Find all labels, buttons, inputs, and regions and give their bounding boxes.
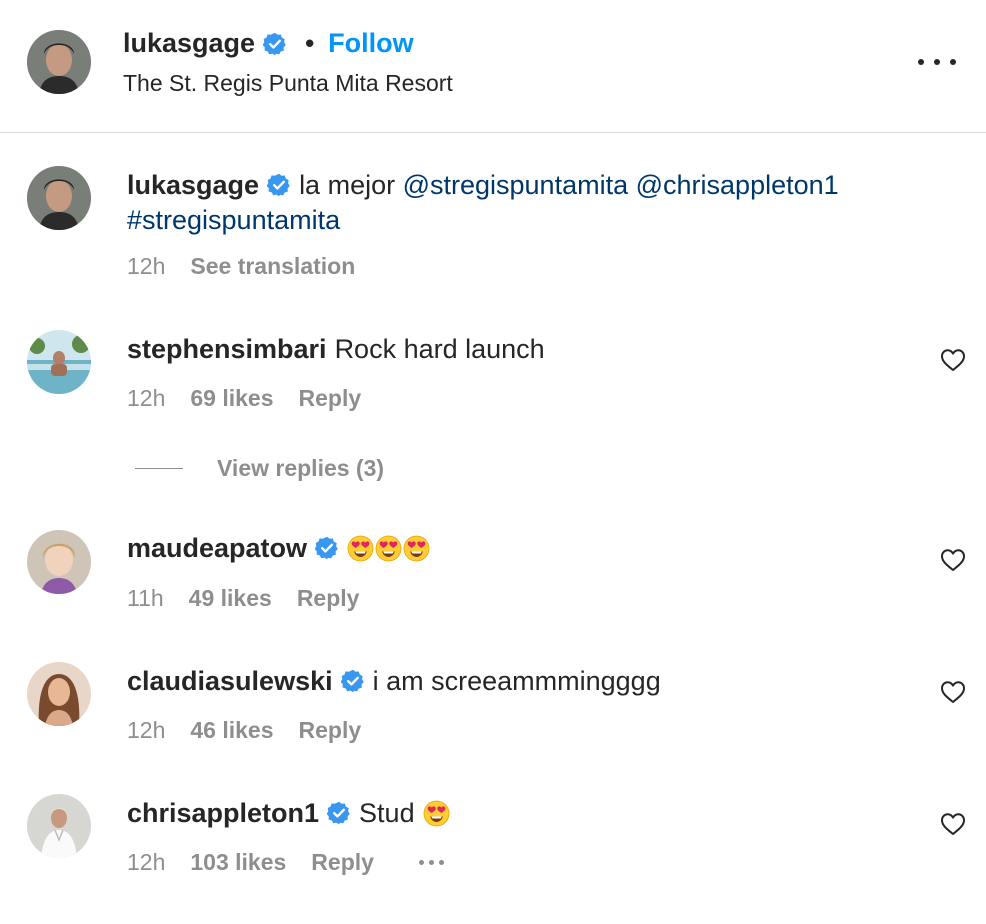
avatar[interactable] (27, 330, 91, 394)
more-dot (428, 860, 434, 865)
more-dot (438, 860, 444, 865)
heart-eyes-emoji (423, 800, 450, 827)
verified-badge-icon (315, 536, 339, 560)
more-dot (950, 59, 956, 65)
heart-outline-icon[interactable] (940, 812, 966, 836)
avatar[interactable] (27, 30, 91, 94)
heart-eyes-emoji (403, 535, 430, 562)
comment-username[interactable]: chrisappleton1 (127, 796, 319, 830)
timestamp[interactable]: 12h (127, 385, 165, 412)
comment-text: Rock hard launch (334, 334, 545, 364)
comment-meta: 12h 69 likes Reply (127, 385, 361, 412)
hashtag-link[interactable]: #stregispuntamita (127, 203, 340, 237)
likes-count[interactable]: 49 likes (189, 585, 272, 612)
more-dot (918, 59, 924, 65)
comment-text: i am screeammmingggg (372, 666, 661, 696)
comment-username[interactable]: stephensimbari (127, 332, 327, 366)
comment-meta: 12h 103 likes Reply (127, 849, 444, 876)
header-username[interactable]: lukasgage (123, 28, 255, 59)
likes-count[interactable]: 103 likes (190, 849, 286, 876)
reply-button[interactable]: Reply (297, 585, 360, 612)
caption-prefix: la mejor (299, 170, 403, 200)
caption-text: la mejor @stregispuntamita @chrisappleto… (299, 168, 839, 202)
location-link[interactable]: The St. Regis Punta Mita Resort (123, 70, 453, 97)
avatar[interactable] (27, 166, 91, 230)
caption-username[interactable]: lukasgage (127, 168, 259, 202)
separator-dot: • (305, 28, 315, 58)
comment-emojis (347, 535, 430, 562)
comment-options-icon[interactable] (418, 860, 444, 865)
post-header: lukasgage • Follow The St. Regis Punta M… (0, 0, 986, 133)
verified-badge-icon (341, 669, 365, 693)
timestamp[interactable]: 12h (127, 253, 165, 280)
timestamp[interactable]: 11h (127, 585, 164, 612)
avatar[interactable] (27, 530, 91, 594)
caption-meta: 12h See translation (127, 253, 355, 280)
comment-line: maudeapatow (127, 531, 430, 565)
mention-link[interactable]: @stregispuntamita (403, 170, 629, 200)
comment-meta: 11h 49 likes Reply (127, 585, 359, 612)
reply-button[interactable]: Reply (311, 849, 374, 876)
comment-line: chrisappleton1 Stud (127, 796, 450, 830)
heart-outline-icon[interactable] (940, 348, 966, 372)
likes-count[interactable]: 69 likes (190, 385, 273, 412)
divider (135, 468, 183, 469)
header-title-row: lukasgage • Follow (123, 28, 414, 59)
verified-badge-icon (327, 801, 351, 825)
comment-meta: 12h 46 likes Reply (127, 717, 361, 744)
comment-line: claudiasulewski i am screeammmingggg (127, 664, 661, 698)
comment-username[interactable]: maudeapatow (127, 531, 307, 565)
avatar[interactable] (27, 662, 91, 726)
timestamp[interactable]: 12h (127, 849, 165, 876)
more-dot (418, 860, 424, 865)
follow-button[interactable]: Follow (328, 28, 413, 59)
verified-badge-icon (263, 32, 287, 56)
heart-outline-icon[interactable] (940, 548, 966, 572)
more-options-icon[interactable] (918, 52, 956, 72)
reply-button[interactable]: Reply (299, 717, 362, 744)
heart-eyes-emoji (375, 535, 402, 562)
avatar[interactable] (27, 794, 91, 858)
caption-line: lukasgage la mejor @stregispuntamita @ch… (127, 168, 839, 202)
caption-line-2: #stregispuntamita (127, 203, 340, 237)
timestamp[interactable]: 12h (127, 717, 165, 744)
verified-badge-icon (267, 173, 291, 197)
comment-username[interactable]: claudiasulewski (127, 664, 333, 698)
view-replies-button[interactable]: View replies (3) (135, 455, 384, 482)
see-translation-button[interactable]: See translation (190, 253, 355, 280)
likes-count[interactable]: 46 likes (190, 717, 273, 744)
comment-text: Stud (359, 798, 415, 828)
more-dot (934, 59, 940, 65)
heart-eyes-emoji (347, 535, 374, 562)
reply-button[interactable]: Reply (299, 385, 362, 412)
view-replies-label: View replies (3) (217, 455, 385, 481)
mention-link[interactable]: @chrisappleton1 (636, 170, 839, 200)
comment-line: stephensimbari Rock hard launch (127, 332, 545, 366)
heart-outline-icon[interactable] (940, 680, 966, 704)
